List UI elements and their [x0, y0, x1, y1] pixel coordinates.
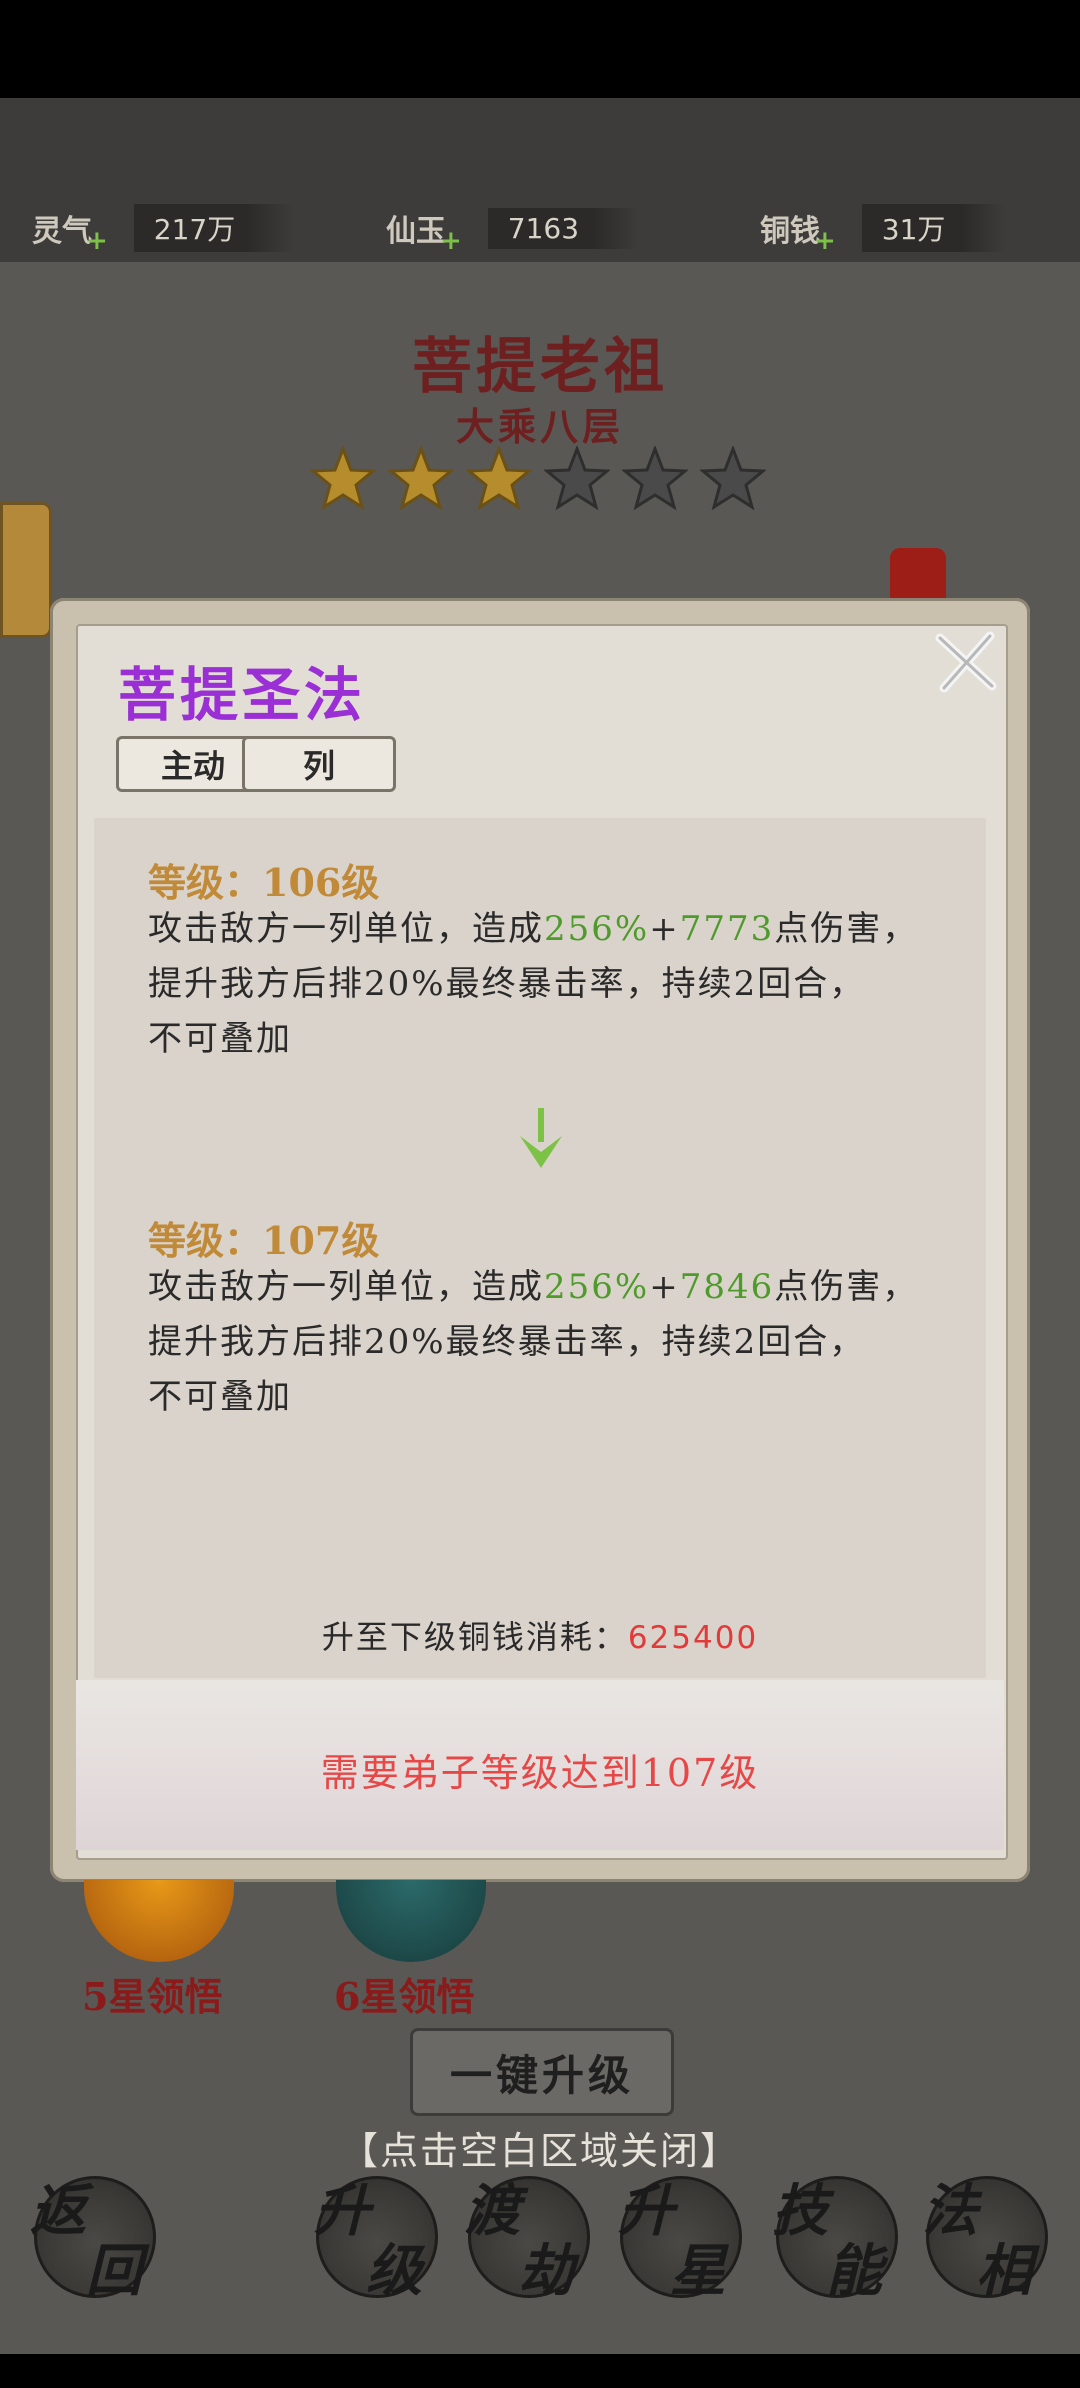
- nav-label: 技: [772, 2178, 828, 2244]
- star-filled-icon: [466, 446, 532, 511]
- resource-name: 仙玉: [386, 214, 446, 249]
- resource-xianyu[interactable]: 仙玉 + 7163: [386, 206, 640, 256]
- resource-tongqian[interactable]: 铜钱 + 31万: [760, 204, 1006, 256]
- level-requirement: 需要弟子等级达到107级: [320, 1751, 760, 1795]
- nav-label: 升: [314, 2178, 370, 2244]
- resource-value: 7163: [487, 207, 640, 249]
- resource-value: 31万: [861, 204, 1006, 252]
- home-indicator-bar: [0, 2354, 1080, 2388]
- star-empty-icon: [622, 446, 688, 511]
- close-hint: 【点击空白区域关闭】: [339, 2129, 740, 2173]
- star-empty-icon: [700, 446, 766, 511]
- side-panel-tab[interactable]: [0, 502, 52, 638]
- nav-label: 相: [976, 2238, 1032, 2304]
- label-6star: 6星领悟: [334, 1974, 475, 2019]
- nav-label: 回: [86, 2238, 142, 2304]
- resource-value: 217万: [133, 204, 296, 252]
- nav-label: 返: [30, 2178, 86, 2244]
- resource-lingqi[interactable]: 灵气 + 217万: [32, 204, 296, 256]
- hero-stars: [310, 446, 766, 512]
- next-description: 攻击敌方一列单位，造成256%+7846点伤害， 提升我方后排20%最终暴击率，…: [148, 1267, 919, 1417]
- nav-label: 法: [922, 2178, 978, 2244]
- hero-rank: 大乘八层: [455, 404, 624, 449]
- skill-name: 菩提圣法: [118, 661, 367, 729]
- plus-icon[interactable]: +: [440, 226, 462, 256]
- arrow-down-icon: [520, 1108, 562, 1168]
- nav-label: 级: [366, 2238, 422, 2304]
- next-level: 等级：107级: [148, 1218, 380, 1263]
- nav-label: 能: [826, 2238, 882, 2304]
- nav-label: 劫: [518, 2238, 574, 2304]
- current-level: 等级：106级: [148, 860, 380, 905]
- star-filled-icon: [310, 446, 376, 511]
- star-empty-icon: [544, 446, 610, 511]
- resource-name: 灵气: [32, 214, 92, 249]
- resource-name: 铜钱: [760, 214, 820, 249]
- label-5star: 5星领悟: [82, 1974, 223, 2019]
- close-icon[interactable]: [930, 626, 1004, 700]
- upgrade-cost: 升至下级铜钱消耗：625400: [321, 1618, 759, 1656]
- tag-column: 列: [242, 736, 396, 792]
- plus-icon[interactable]: +: [814, 226, 836, 256]
- one-key-upgrade-button[interactable]: 一键升级: [410, 2028, 674, 2116]
- nav-label: 渡: [464, 2178, 520, 2244]
- star-filled-icon: [388, 446, 454, 511]
- plus-icon[interactable]: +: [86, 226, 108, 256]
- nav-label: 升: [618, 2178, 674, 2244]
- current-description: 攻击敌方一列单位，造成256%+7773点伤害， 提升我方后排20%最终暴击率，…: [148, 909, 919, 1059]
- nav-label: 星: [670, 2238, 726, 2304]
- status-bar: [0, 0, 1080, 98]
- hero-name: 菩提老祖: [412, 332, 668, 402]
